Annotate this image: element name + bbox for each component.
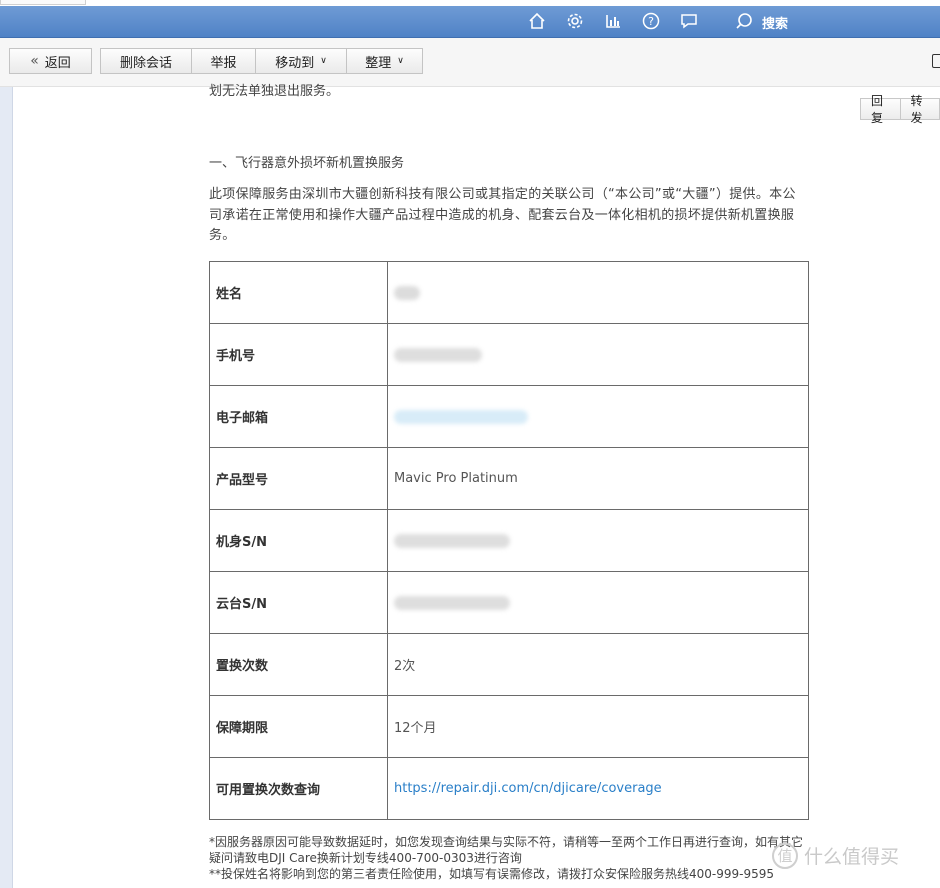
replacement-count-value: 2次 <box>387 633 809 696</box>
search-label[interactable]: 搜索 <box>762 13 788 32</box>
row-label: 电子邮箱 <box>209 385 388 448</box>
gear-icon[interactable] <box>565 11 585 31</box>
table-row: 姓名 <box>209 261 809 324</box>
organize-button[interactable]: 整理 ∨ <box>346 48 423 74</box>
table-row: 手机号 <box>209 323 809 386</box>
svg-text:?: ? <box>648 15 654 28</box>
move-to-button[interactable]: 移动到 ∨ <box>255 48 347 74</box>
coverage-link-cell: https://repair.dji.com/cn/djicare/covera… <box>387 757 809 820</box>
table-row: 电子邮箱 <box>209 385 809 448</box>
double-chevron-left-icon: « <box>30 53 39 69</box>
row-label: 可用置换次数查询 <box>209 757 388 820</box>
gimbal-sn-value <box>387 571 809 634</box>
home-icon[interactable] <box>527 11 547 31</box>
delete-label: 删除会话 <box>119 55 172 71</box>
footnote-delay: *因服务器原因可能导致数据延时，如您发现查询结果与实际不符，请稍等一至两个工作日… <box>209 835 804 865</box>
mail-top-bar: ? 搜索 <box>0 6 940 38</box>
table-row: 机身S/N <box>209 509 809 572</box>
help-icon[interactable]: ? <box>641 11 661 31</box>
delete-conversation-button[interactable]: 删除会话 <box>100 48 192 74</box>
footnote-insurance: **投保姓名将影响到您的第三者责任险使用，如填写有误需修改，请拨打众安保险服务热… <box>209 867 775 881</box>
redacted-value <box>394 285 420 300</box>
body-sn-value <box>387 509 809 572</box>
chevron-down-icon: ∨ <box>397 56 404 66</box>
search-icon[interactable] <box>734 11 754 31</box>
mail-toolbar: « 返回 删除会话 举报 移动到 ∨ 整理 ∨ <box>0 38 940 87</box>
row-label: 手机号 <box>209 323 388 386</box>
model-value: Mavic Pro Platinum <box>387 447 809 510</box>
left-rail <box>0 87 13 888</box>
coverage-link[interactable]: https://repair.dji.com/cn/djicare/covera… <box>394 781 662 796</box>
row-label: 姓名 <box>209 261 388 324</box>
footnotes: *因服务器原因可能导致数据延时，如您发现查询结果与实际不符，请稍等一至两个工作日… <box>209 834 809 882</box>
chevron-down-icon: ∨ <box>320 56 327 66</box>
truncated-line: 划无法单独退出服务。 <box>209 84 340 99</box>
row-label: 保障期限 <box>209 695 388 758</box>
table-row: 置换次数 2次 <box>209 633 809 696</box>
table-row: 可用置换次数查询 https://repair.dji.com/cn/djica… <box>209 757 809 820</box>
redacted-value <box>394 595 510 610</box>
row-label: 云台S/N <box>209 571 388 634</box>
row-label: 置换次数 <box>209 633 388 696</box>
table-row: 云台S/N <box>209 571 809 634</box>
feedback-icon[interactable] <box>679 11 699 31</box>
table-row: 产品型号 Mavic Pro Platinum <box>209 447 809 510</box>
section-title: 一、飞行器意外损坏新机置换服务 <box>209 156 405 171</box>
phone-value <box>387 323 809 386</box>
row-label: 机身S/N <box>209 509 388 572</box>
report-label: 举报 <box>210 55 237 71</box>
email-value <box>387 385 809 448</box>
table-row: 保障期限 12个月 <box>209 695 809 758</box>
browser-tab-stub[interactable] <box>0 0 86 5</box>
care-info-table: 姓名 手机号 电子邮箱 产品型号 Mavic Pro Platinum 机身S/… <box>209 261 809 820</box>
back-label: 返回 <box>44 55 71 71</box>
move-label: 移动到 <box>275 55 315 71</box>
row-label: 产品型号 <box>209 447 388 510</box>
organize-label: 整理 <box>365 55 392 71</box>
reply-button[interactable]: 回复 <box>860 94 901 125</box>
watermark-logo-icon: 值 <box>772 842 798 869</box>
redacted-value <box>394 409 528 424</box>
redacted-value <box>394 347 482 362</box>
watermark-text: 什么值得买 <box>804 846 900 868</box>
window-toggle-icon[interactable] <box>932 54 940 68</box>
forward-button[interactable]: 转发 <box>900 94 940 125</box>
watermark: 值 什么值得买 <box>772 842 899 869</box>
coverage-period-value: 12个月 <box>387 695 809 758</box>
back-button[interactable]: « 返回 <box>9 48 92 74</box>
redacted-value <box>394 533 510 548</box>
chart-icon[interactable] <box>603 11 623 31</box>
name-value <box>387 261 809 324</box>
report-button[interactable]: 举报 <box>191 48 256 74</box>
reply-button-group: 回复 转发 <box>860 94 940 125</box>
service-intro: 此项保障服务由深圳市大疆创新科技有限公司或其指定的关联公司（“本公司”或“大疆”… <box>209 187 796 243</box>
